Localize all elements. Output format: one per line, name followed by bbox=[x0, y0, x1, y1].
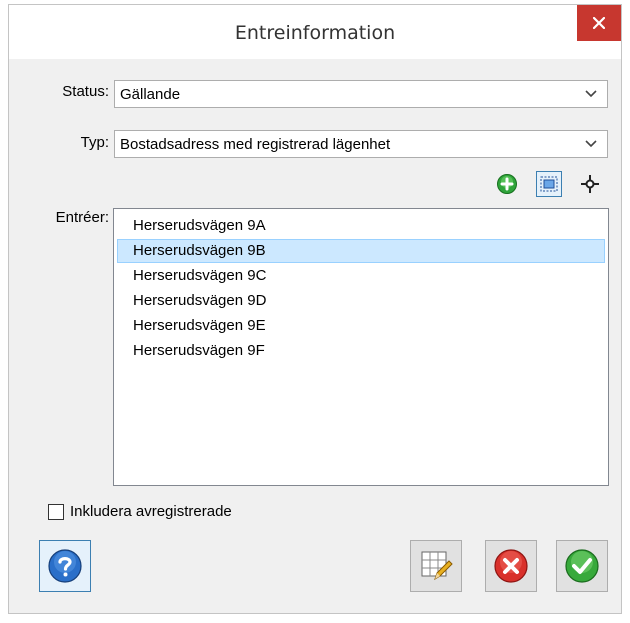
include-deregistered-checkbox[interactable] bbox=[48, 504, 64, 520]
status-value: Gällande bbox=[120, 85, 181, 103]
type-dropdown[interactable]: Bostadsadress med registrerad lägenhet bbox=[114, 130, 608, 158]
status-label: Status: bbox=[62, 83, 109, 100]
include-deregistered-label: Inkludera avregistrerade bbox=[70, 503, 232, 520]
ok-icon bbox=[565, 549, 599, 583]
list-item[interactable]: Herserudsvägen 9D bbox=[117, 289, 605, 313]
edit-table-button[interactable] bbox=[410, 540, 462, 592]
chevron-down-icon bbox=[581, 88, 601, 100]
select-area-button[interactable] bbox=[536, 171, 562, 197]
help-button[interactable] bbox=[39, 540, 91, 592]
entries-list[interactable]: Herserudsvägen 9A Herserudsvägen 9B Hers… bbox=[113, 208, 609, 486]
title-bar[interactable]: Entreinformation bbox=[9, 5, 621, 59]
list-item[interactable]: Herserudsvägen 9F bbox=[117, 339, 605, 363]
select-area-icon bbox=[540, 176, 558, 192]
list-item-selected[interactable]: Herserudsvägen 9B bbox=[117, 239, 605, 263]
help-icon bbox=[48, 549, 82, 583]
locate-crosshair-icon bbox=[581, 175, 599, 193]
close-button[interactable] bbox=[577, 5, 621, 41]
cancel-icon bbox=[494, 549, 528, 583]
edit-table-icon bbox=[421, 551, 453, 581]
list-item[interactable]: Herserudsvägen 9A bbox=[117, 214, 605, 238]
add-icon bbox=[497, 174, 517, 194]
ok-button[interactable] bbox=[556, 540, 608, 592]
cancel-button[interactable] bbox=[485, 540, 537, 592]
status-dropdown[interactable]: Gällande bbox=[114, 80, 608, 108]
list-item[interactable]: Herserudsvägen 9C bbox=[117, 264, 605, 288]
chevron-down-icon bbox=[581, 138, 601, 150]
type-value: Bostadsadress med registrerad lägenhet bbox=[120, 135, 391, 153]
window-title: Entreinformation bbox=[234, 22, 396, 44]
add-entry-button[interactable] bbox=[494, 171, 520, 197]
locate-button[interactable] bbox=[577, 171, 603, 197]
type-label: Typ: bbox=[80, 134, 109, 151]
close-icon bbox=[593, 17, 605, 29]
dialog-window: Entreinformation Status: Gällande Typ: B… bbox=[8, 4, 622, 614]
list-item[interactable]: Herserudsvägen 9E bbox=[117, 314, 605, 338]
entries-label: Entréer: bbox=[55, 209, 109, 226]
